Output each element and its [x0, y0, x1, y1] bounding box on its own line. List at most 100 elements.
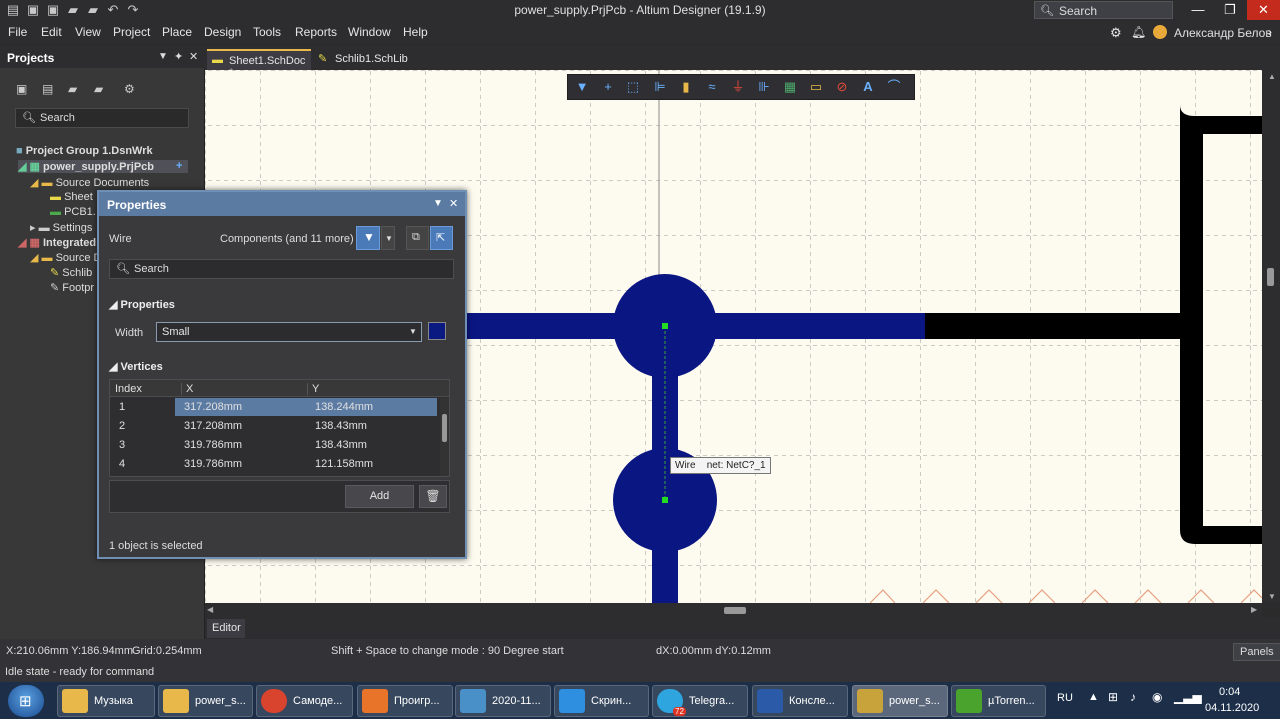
- horizontal-scrollbar[interactable]: ◀ ▶: [205, 603, 1262, 618]
- gear-icon[interactable]: ⚙: [1110, 25, 1122, 41]
- taskbar-item-word[interactable]: Консле...: [752, 685, 848, 717]
- filter-icon[interactable]: ▼: [574, 79, 590, 95]
- add-vertex-button[interactable]: Add: [345, 485, 414, 508]
- pin-icon[interactable]: ✦: [174, 50, 183, 63]
- section-vertices-toggle[interactable]: ◢ Vertices: [109, 360, 163, 373]
- tree-settings[interactable]: ▸ ▬ Settings: [30, 221, 92, 234]
- editor-tab[interactable]: Editor: [207, 619, 245, 638]
- properties-search-input[interactable]: 🔍︎ Search: [109, 259, 454, 279]
- tab-sheet1[interactable]: ▬ Sheet1.SchDoc *: [207, 49, 311, 79]
- tree-pcb[interactable]: ▬ PCB1.: [50, 206, 96, 218]
- taskbar-item-altium[interactable]: power_s...: [852, 685, 948, 717]
- vertex-x[interactable]: 319.786mm: [184, 439, 242, 451]
- taskbar-item-power-supply-folder[interactable]: power_s...: [158, 685, 253, 717]
- compile-icon[interactable]: ▤: [42, 82, 56, 96]
- restore-button[interactable]: ❐: [1214, 0, 1246, 20]
- close-icon[interactable]: ✕: [449, 197, 458, 210]
- vertex-y[interactable]: 138.244mm: [315, 401, 373, 413]
- network-icon[interactable]: ⊞: [1108, 690, 1118, 704]
- user-name[interactable]: Александр Белов: [1174, 26, 1272, 40]
- scroll-left-icon[interactable]: ◀: [207, 605, 213, 614]
- menu-project[interactable]: Project: [113, 25, 150, 39]
- properties-panel-title[interactable]: Properties: [99, 192, 465, 216]
- filter-button[interactable]: ▼: [356, 226, 380, 250]
- vertical-scrollbar[interactable]: ▲ ▼: [1262, 70, 1280, 603]
- delete-vertex-button[interactable]: 🗑︎: [419, 485, 447, 508]
- tree-source-d[interactable]: ◢ ▬ Source D: [30, 251, 101, 264]
- tree-project-group[interactable]: ■ Project Group 1.DsnWrk: [16, 145, 153, 157]
- wire-icon[interactable]: ≈: [704, 79, 720, 95]
- bus-icon[interactable]: ⊪: [756, 79, 772, 95]
- taskbar-item-music[interactable]: Музыка: [57, 685, 155, 717]
- clock-time[interactable]: 0:04: [1219, 686, 1240, 698]
- chevron-down-icon[interactable]: ›: [1268, 25, 1272, 39]
- menu-help[interactable]: Help: [403, 25, 428, 39]
- menu-edit[interactable]: Edit: [41, 25, 62, 39]
- scroll-right-icon[interactable]: ▶: [1251, 605, 1257, 614]
- minimize-button[interactable]: —: [1182, 0, 1214, 20]
- filter-dropdown[interactable]: ▼: [381, 226, 395, 250]
- table-row[interactable]: 4 319.786mm 121.158mm: [110, 455, 438, 474]
- table-row[interactable]: 2 317.208mm 138.43mm: [110, 417, 438, 436]
- menu-tools[interactable]: Tools: [253, 25, 281, 39]
- directive-icon[interactable]: ⊘: [834, 79, 850, 95]
- selection-filter-label[interactable]: Components (and 11 more): [220, 233, 354, 245]
- tree-schlib[interactable]: ✎ Schlib: [50, 266, 92, 279]
- vertex-x[interactable]: 319.786mm: [184, 458, 242, 470]
- taskbar-item-player[interactable]: Проигр...: [357, 685, 453, 717]
- vertex-x[interactable]: 317.208mm: [184, 401, 242, 413]
- menu-view[interactable]: View: [75, 25, 101, 39]
- column-header-index[interactable]: Index: [115, 383, 142, 395]
- vertices-scroll-thumb[interactable]: [442, 414, 447, 442]
- scroll-up-icon[interactable]: ▲: [1268, 72, 1276, 81]
- taskbar-item-screenshot[interactable]: Скрин...: [554, 685, 649, 717]
- vertex-x[interactable]: 317.208mm: [184, 420, 242, 432]
- select-button[interactable]: ⧉: [406, 226, 429, 250]
- tab-schlib1[interactable]: ✎ Schlib1.SchLib: [313, 49, 413, 70]
- wire-color-swatch[interactable]: [428, 322, 446, 340]
- open-project-folder-icon[interactable]: ▰: [68, 82, 82, 96]
- close-panel-icon[interactable]: ✕: [189, 50, 198, 63]
- width-select[interactable]: Small ▼: [156, 322, 422, 342]
- vertex-y[interactable]: 138.43mm: [315, 439, 367, 451]
- table-row[interactable]: 3 319.786mm 138.43mm: [110, 436, 438, 455]
- taskbar-item-chrome[interactable]: Самоде...: [256, 685, 353, 717]
- tree-source-documents[interactable]: ◢ ▬ Source Documents: [30, 176, 149, 189]
- start-button[interactable]: ⊞: [8, 685, 44, 717]
- global-search[interactable]: 🔍︎ Search: [1034, 1, 1173, 19]
- menu-design[interactable]: Design: [204, 25, 241, 39]
- vertex-handle[interactable]: [662, 497, 668, 503]
- tree-footprint[interactable]: ✎ Footpr: [50, 281, 94, 294]
- arc-icon[interactable]: ⌒: [886, 79, 902, 95]
- select-icon[interactable]: ⬚: [625, 79, 641, 95]
- sheet-symbol-icon[interactable]: ▦: [782, 79, 798, 95]
- move-icon[interactable]: +: [600, 79, 616, 95]
- add-icon[interactable]: +: [176, 160, 182, 172]
- add-folder-icon[interactable]: ▰: [94, 82, 108, 96]
- gnd-icon[interactable]: ⏚: [730, 79, 746, 95]
- tree-project[interactable]: ◢ ▦ power_supply.PrjPcb +: [18, 160, 188, 173]
- menu-file[interactable]: File: [8, 25, 27, 39]
- column-header-y[interactable]: Y: [307, 383, 319, 395]
- text-icon[interactable]: A: [860, 79, 876, 95]
- menu-window[interactable]: Window: [348, 25, 391, 39]
- zoom-selected-button[interactable]: ⇱: [430, 226, 453, 250]
- language-indicator[interactable]: RU: [1057, 692, 1073, 704]
- panel-menu-icon[interactable]: ▼: [433, 198, 443, 209]
- panel-menu-icon[interactable]: ▼: [158, 51, 168, 62]
- save-project-icon[interactable]: ▣: [16, 82, 30, 96]
- projects-search-input[interactable]: 🔍︎ Search: [15, 108, 189, 128]
- avatar[interactable]: [1153, 25, 1167, 39]
- close-button[interactable]: ✕: [1247, 0, 1280, 20]
- taskbar-item-telegram[interactable]: 72 Telegra...: [652, 685, 748, 717]
- tray-app-icon[interactable]: ◉: [1152, 690, 1162, 704]
- taskbar-item-utorrent[interactable]: µTorren...: [951, 685, 1046, 717]
- clock-date[interactable]: 04.11.2020: [1205, 702, 1259, 714]
- horizontal-scroll-thumb[interactable]: [724, 607, 746, 614]
- port-icon[interactable]: ▭: [808, 79, 824, 95]
- vertices-scrollbar[interactable]: [440, 398, 449, 476]
- menu-reports[interactable]: Reports: [295, 25, 337, 39]
- scroll-down-icon[interactable]: ▼: [1268, 592, 1276, 601]
- vertex-handle[interactable]: [662, 323, 668, 329]
- project-settings-icon[interactable]: ⚙: [124, 82, 138, 96]
